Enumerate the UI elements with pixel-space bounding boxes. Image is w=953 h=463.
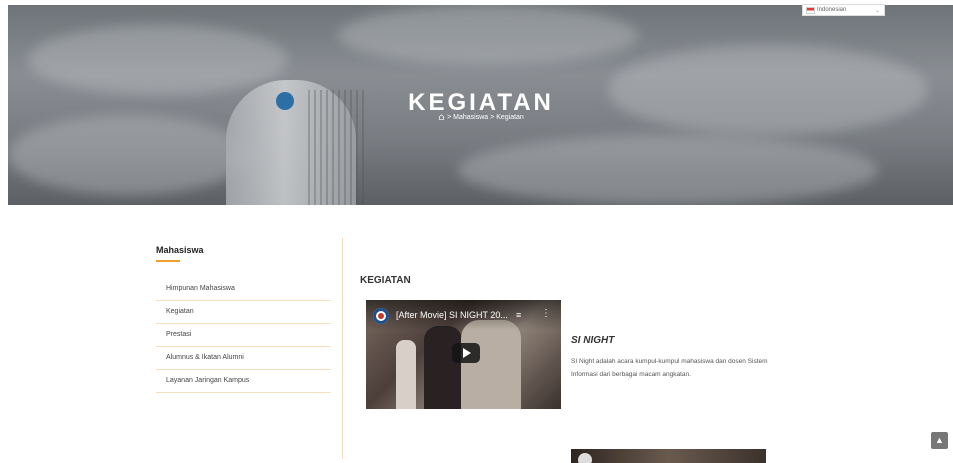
sidebar-item-prestasi[interactable]: Prestasi — [156, 324, 331, 347]
sidebar-item-kegiatan[interactable]: Kegiatan — [156, 301, 331, 324]
hero-banner: KEGIATAN > Mahasiswa > Kegiatan — [8, 5, 953, 205]
sidebar-item-himpunan-mahasiswa[interactable]: Himpunan Mahasiswa — [156, 278, 331, 301]
video-player-2[interactable] — [571, 449, 766, 463]
column-divider — [342, 238, 343, 459]
video-thumbnail-figure — [461, 320, 521, 409]
breadcrumb: > Mahasiswa > Kegiatan — [8, 114, 953, 121]
channel-avatar[interactable] — [373, 308, 389, 324]
event-description: SI Night adalah acara kumpul-kumpul maha… — [571, 358, 768, 378]
breadcrumb-separator: > — [447, 114, 452, 121]
sidebar: Mahasiswa Himpunan Mahasiswa Kegiatan Pr… — [156, 245, 331, 393]
sidebar-title-underline — [156, 260, 180, 262]
more-vertical-icon[interactable]: ⋮ — [541, 308, 551, 319]
video-thumbnail-figure — [424, 326, 462, 409]
sidebar-item-layanan-jaringan[interactable]: Layanan Jaringan Kampus — [156, 370, 331, 393]
channel-avatar[interactable] — [578, 453, 592, 463]
video-player[interactable]: [After Movie] SI NIGHT 20... ≡ ⋮ — [366, 300, 561, 409]
video-title[interactable]: [After Movie] SI NIGHT 20... — [396, 310, 508, 320]
chevron-up-icon: ▲ — [935, 435, 944, 445]
video-thumbnail-figure — [396, 340, 416, 409]
page-title: KEGIATAN — [408, 89, 554, 116]
language-select[interactable]: Indonesian ⌄ — [802, 4, 885, 16]
event-title: SI NIGHT — [571, 335, 615, 346]
flag-icon — [806, 6, 815, 14]
breadcrumb-separator: > — [490, 114, 495, 121]
play-icon[interactable] — [452, 343, 480, 363]
breadcrumb-mahasiswa[interactable]: Mahasiswa — [453, 114, 488, 121]
playlist-icon[interactable]: ≡ — [516, 310, 521, 320]
section-heading: KEGIATAN — [360, 275, 411, 286]
chevron-down-icon: ⌄ — [874, 7, 880, 14]
language-select-value: Indonesian — [817, 7, 847, 13]
home-icon[interactable] — [438, 114, 445, 120]
scroll-to-top-button[interactable]: ▲ — [931, 432, 948, 449]
sidebar-item-alumnus[interactable]: Alumnus & Ikatan Alumni — [156, 347, 331, 370]
breadcrumb-kegiatan: Kegiatan — [496, 114, 524, 121]
sidebar-title: Mahasiswa — [156, 245, 204, 255]
